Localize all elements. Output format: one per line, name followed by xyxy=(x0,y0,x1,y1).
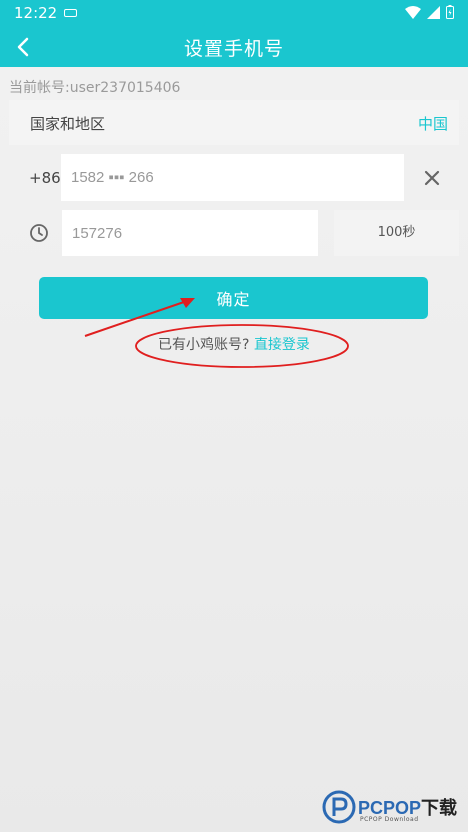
clock-icon xyxy=(30,224,48,242)
app-bar: 设置手机号 xyxy=(0,28,468,67)
status-icons xyxy=(405,5,454,19)
watermark-brand-cn: 下载 xyxy=(421,798,458,818)
countdown-button[interactable]: 100秒 xyxy=(334,210,459,256)
current-account-text: 当前帐号:user237015406 xyxy=(9,80,181,96)
verification-code-input[interactable] xyxy=(62,210,318,256)
country-label: 国家和地区 xyxy=(30,115,106,133)
login-hint: 已有小鸡账号? 直接登录 xyxy=(0,334,468,354)
watermark-brand-latin: PCPOP xyxy=(358,798,422,818)
phone-input[interactable] xyxy=(61,154,404,201)
confirm-button[interactable]: 确定 xyxy=(39,277,428,319)
signal-icon xyxy=(427,5,440,19)
country-value[interactable]: 中国 xyxy=(418,113,448,134)
status-bar: 12:22 xyxy=(0,0,468,28)
code-row: 100秒 xyxy=(9,210,459,256)
wifi-icon xyxy=(405,5,421,19)
phone-row: +86 xyxy=(9,154,459,201)
direct-login-link[interactable]: 直接登录 xyxy=(254,337,310,353)
status-time: 12:22 xyxy=(14,4,58,22)
login-hint-text: 已有小鸡账号? xyxy=(158,337,254,353)
country-row[interactable]: 国家和地区 中国 xyxy=(9,100,459,145)
pcpop-logo-icon xyxy=(322,790,356,824)
clear-icon[interactable] xyxy=(423,169,441,187)
country-code-prefix: +86 xyxy=(29,169,61,187)
page-title: 设置手机号 xyxy=(183,38,284,60)
watermark: PCPOP下载 PCPOP Download xyxy=(322,790,468,830)
keyboard-icon xyxy=(64,9,77,17)
battery-icon xyxy=(446,5,454,19)
watermark-subtitle: PCPOP Download xyxy=(360,816,419,823)
